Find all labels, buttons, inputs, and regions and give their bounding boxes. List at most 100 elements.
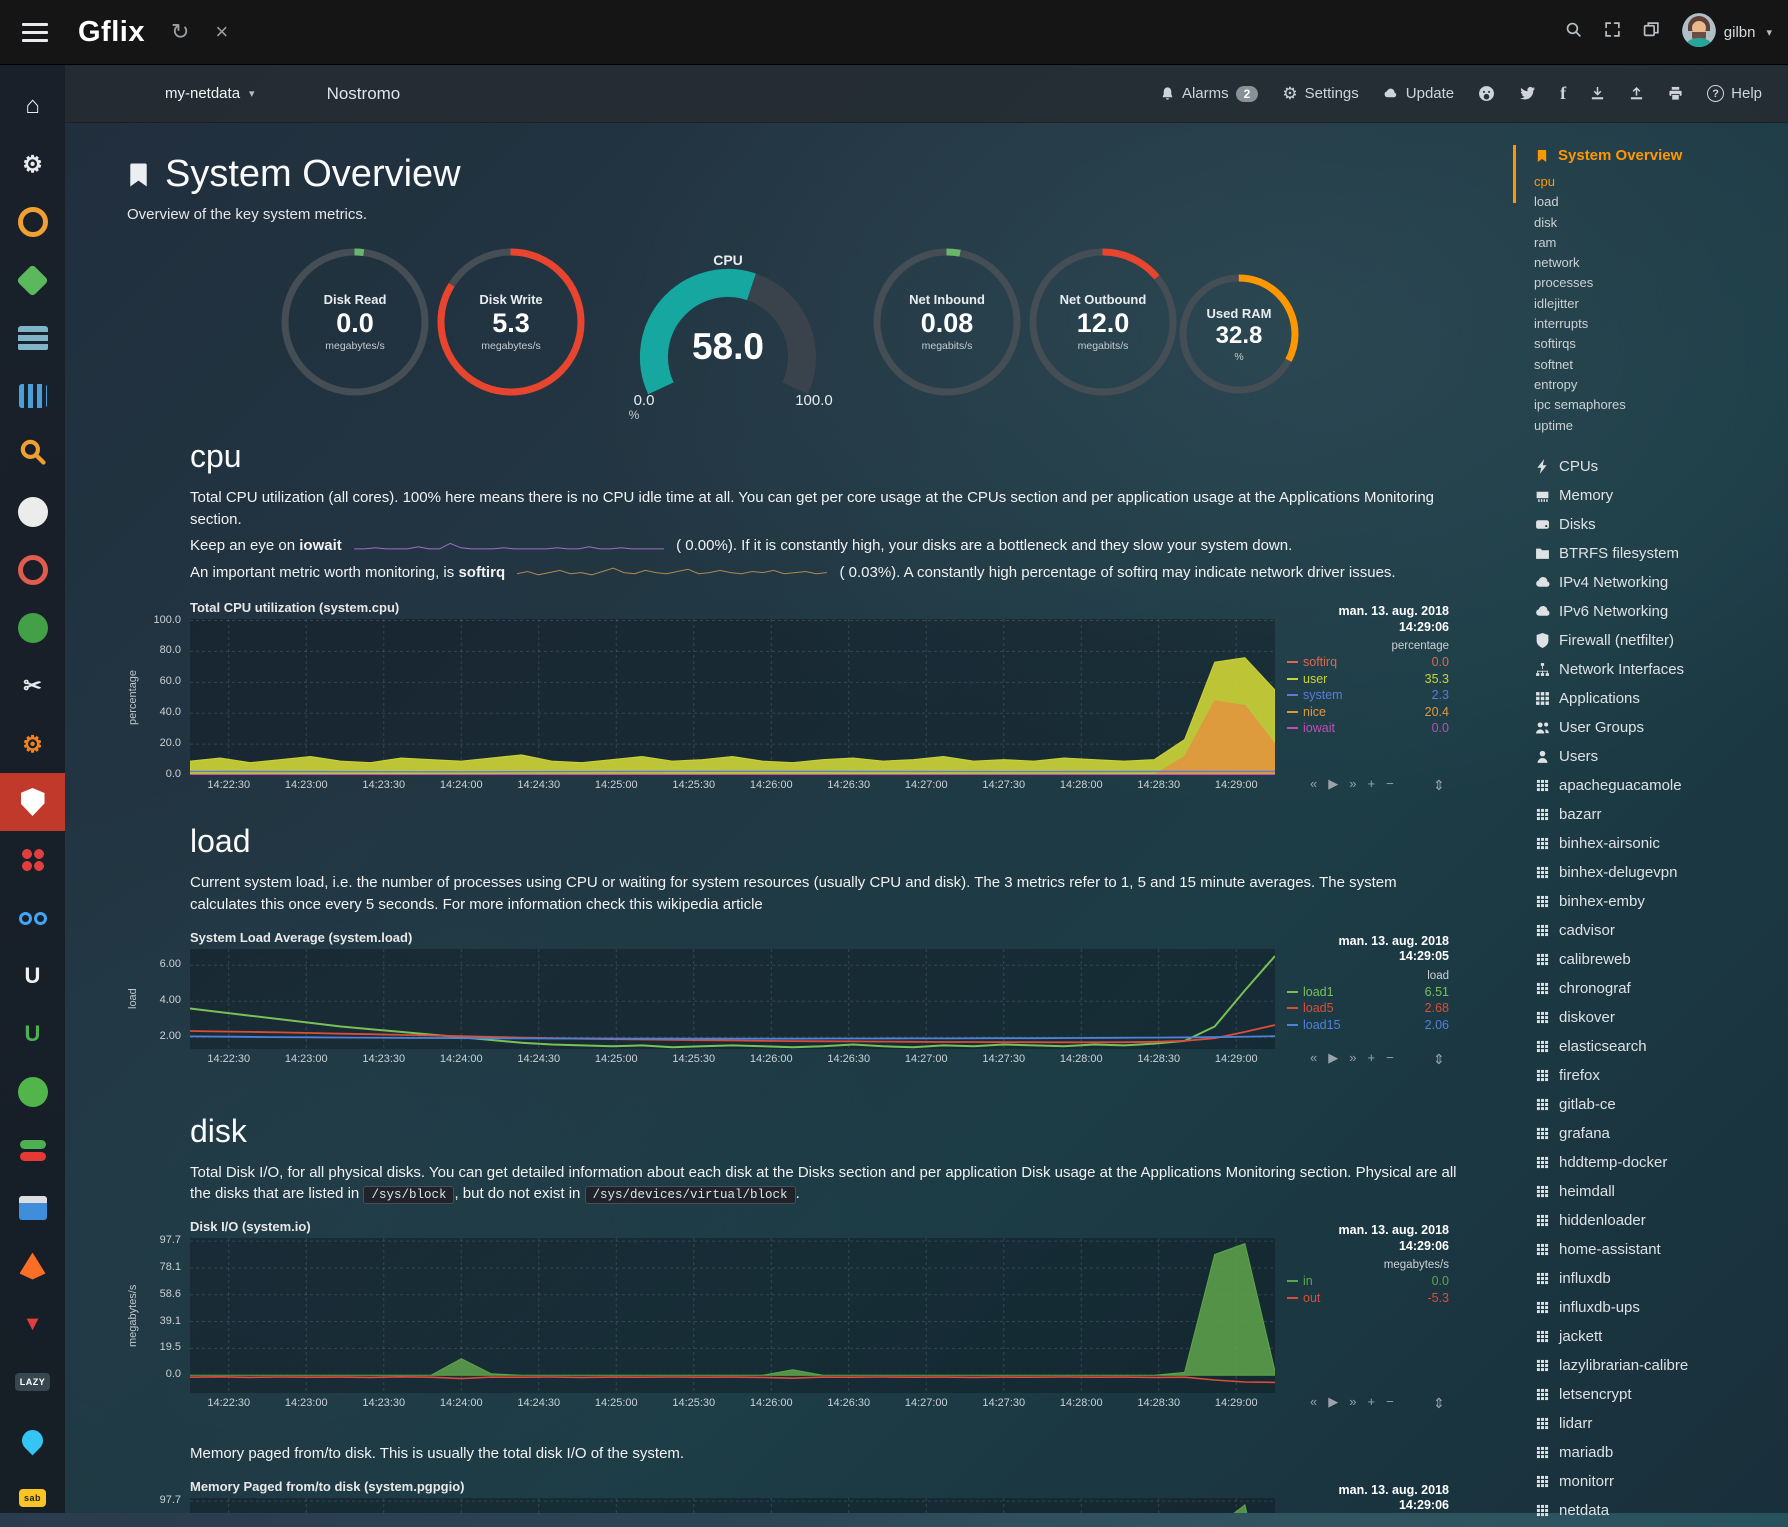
- blue-window-app-icon[interactable]: [0, 1179, 65, 1237]
- sidebar-section-memory[interactable]: Memory: [1534, 481, 1775, 510]
- orange-gear-app-icon[interactable]: ⚙: [0, 715, 65, 773]
- pan-right-icon[interactable]: »: [1349, 1051, 1356, 1064]
- zoom-in-icon[interactable]: +: [1367, 777, 1375, 790]
- legend-load1[interactable]: load16.51: [1287, 984, 1449, 1001]
- disk-read-gauge[interactable]: Disk Read0.0megabytes/s: [280, 247, 430, 397]
- drop-app-icon[interactable]: [0, 1411, 65, 1469]
- alarms-button[interactable]: Alarms 2: [1160, 85, 1258, 102]
- sidebar-sub-ipc-semaphores[interactable]: ipc semaphores: [1534, 395, 1775, 415]
- sidebar-sub-network[interactable]: network: [1534, 253, 1775, 273]
- system-load-chart[interactable]: System Load Average (system.load)load2.0…: [125, 930, 1515, 1073]
- legend-in[interactable]: in0.0: [1287, 1273, 1449, 1290]
- chart-resize-handle[interactable]: ⇕: [1433, 1051, 1445, 1068]
- sidebar-app-netdata[interactable]: netdata: [1534, 1496, 1775, 1525]
- menu-icon[interactable]: [22, 23, 48, 42]
- home-icon[interactable]: ⌂: [0, 77, 65, 135]
- white-circle-app-icon[interactable]: [0, 483, 65, 541]
- container-stack-app-icon[interactable]: [0, 309, 65, 367]
- zoom-out-icon[interactable]: −: [1386, 1051, 1394, 1064]
- green-ball-app-icon[interactable]: [0, 599, 65, 657]
- sidebar-sub-interrupts[interactable]: interrupts: [1534, 314, 1775, 334]
- green-diamond-app-icon[interactable]: [0, 251, 65, 309]
- sidebar-app-binhex-emby[interactable]: binhex-emby: [1534, 887, 1775, 916]
- update-button[interactable]: Update: [1383, 85, 1454, 102]
- fullscreen-icon[interactable]: [1604, 21, 1621, 43]
- user-menu[interactable]: gilbn ▾: [1682, 13, 1772, 51]
- red-green-bars-app-icon[interactable]: [0, 1121, 65, 1179]
- zoom-in-icon[interactable]: +: [1367, 1395, 1375, 1408]
- help-button[interactable]: ?Help: [1707, 85, 1762, 102]
- equalizer-app-icon[interactable]: [0, 367, 65, 425]
- sidebar-sub-softirqs[interactable]: softirqs: [1534, 334, 1775, 354]
- sidebar-section-ipv4-networking[interactable]: IPv4 Networking: [1534, 568, 1775, 597]
- sidebar-section-user-groups[interactable]: User Groups: [1534, 713, 1775, 742]
- chart-resize-handle[interactable]: ⇕: [1433, 1395, 1445, 1412]
- green-u-app-icon[interactable]: U: [0, 1005, 65, 1063]
- sidebar-app-home-assistant[interactable]: home-assistant: [1534, 1235, 1775, 1264]
- blue-circles-app-icon[interactable]: [0, 889, 65, 947]
- tabs-icon[interactable]: [1643, 21, 1660, 43]
- sidebar-app-hddtemp-docker[interactable]: hddtemp-docker: [1534, 1148, 1775, 1177]
- wikipedia-link[interactable]: wikipedia article: [657, 896, 763, 913]
- sab-app-icon[interactable]: sab: [0, 1469, 65, 1527]
- zoom-out-icon[interactable]: −: [1386, 777, 1394, 790]
- legend-load5[interactable]: load52.68: [1287, 1000, 1449, 1017]
- pan-right-icon[interactable]: »: [1349, 1395, 1356, 1408]
- sidebar-sub-ram[interactable]: ram: [1534, 233, 1775, 253]
- green-circle-app-icon[interactable]: [0, 1063, 65, 1121]
- sidebar-app-binhex-airsonic[interactable]: binhex-airsonic: [1534, 829, 1775, 858]
- sidebar-app-influxdb-ups[interactable]: influxdb-ups: [1534, 1293, 1775, 1322]
- legend-softirq[interactable]: softirq0.0: [1287, 654, 1449, 671]
- search-icon[interactable]: [1565, 21, 1582, 43]
- sidebar-section-network-interfaces[interactable]: Network Interfaces: [1534, 655, 1775, 684]
- pan-left-icon[interactable]: «: [1310, 777, 1317, 790]
- twitter-icon[interactable]: [1519, 86, 1536, 101]
- sidebar-sub-disk[interactable]: disk: [1534, 213, 1775, 233]
- sidebar-section-btrfs-filesystem[interactable]: BTRFS filesystem: [1534, 539, 1775, 568]
- net-inbound-gauge[interactable]: Net Inbound0.08megabits/s: [872, 247, 1022, 397]
- legend-system[interactable]: system2.3: [1287, 687, 1449, 704]
- sidebar-app-hiddenloader[interactable]: hiddenloader: [1534, 1206, 1775, 1235]
- upload-icon[interactable]: [1629, 86, 1644, 101]
- refresh-icon[interactable]: ↻: [171, 21, 189, 43]
- zoom-out-icon[interactable]: −: [1386, 1395, 1394, 1408]
- red-arrow-app-icon[interactable]: ▼: [0, 1295, 65, 1353]
- pan-left-icon[interactable]: «: [1310, 1051, 1317, 1064]
- legend-load15[interactable]: load152.06: [1287, 1017, 1449, 1034]
- net-outbound-gauge[interactable]: Net Outbound12.0megabits/s: [1028, 247, 1178, 397]
- sidebar-app-influxdb[interactable]: influxdb: [1534, 1264, 1775, 1293]
- system-cpu-chart[interactable]: Total CPU utilization (system.cpu)percen…: [125, 600, 1515, 799]
- sidebar-app-firefox[interactable]: firefox: [1534, 1061, 1775, 1090]
- play-icon[interactable]: ▶: [1328, 1395, 1338, 1408]
- sidebar-app-lidarr[interactable]: lidarr: [1534, 1409, 1775, 1438]
- red-ring-app-icon[interactable]: [0, 541, 65, 599]
- sidebar-app-jackett[interactable]: jackett: [1534, 1322, 1775, 1351]
- orange-donut-app-icon[interactable]: [0, 193, 65, 251]
- search-app-icon[interactable]: [0, 425, 65, 483]
- sidebar-app-diskover[interactable]: diskover: [1534, 1003, 1775, 1032]
- system-pgpgio-chart[interactable]: Memory Paged from/to disk (system.pgpgio…: [125, 1479, 1515, 1513]
- white-u-app-icon[interactable]: U: [0, 947, 65, 1005]
- sidebar-sub-load[interactable]: load: [1534, 192, 1775, 212]
- sidebar-section-applications[interactable]: Applications: [1534, 684, 1775, 713]
- legend-out[interactable]: out-5.3: [1287, 1290, 1449, 1307]
- zoom-in-icon[interactable]: +: [1367, 1051, 1375, 1064]
- server-dropdown[interactable]: my-netdata▾: [165, 85, 255, 102]
- sidebar-sub-idlejitter[interactable]: idlejitter: [1534, 294, 1775, 314]
- cpu-gauge[interactable]: CPU58.00.0100.0%: [608, 247, 848, 426]
- disk-write-gauge[interactable]: Disk Write5.3megabytes/s: [436, 247, 586, 397]
- pan-left-icon[interactable]: «: [1310, 1395, 1317, 1408]
- legend-user[interactable]: user35.3: [1287, 671, 1449, 688]
- legend-nice[interactable]: nice20.4: [1287, 704, 1449, 721]
- red-dots-app-icon[interactable]: [0, 831, 65, 889]
- sidebar-sub-softnet[interactable]: softnet: [1534, 355, 1775, 375]
- gear-icon[interactable]: ⚙: [0, 135, 65, 193]
- sidebar-app-lazylibrarian-calibre[interactable]: lazylibrarian-calibre: [1534, 1351, 1775, 1380]
- sidebar-app-gitlab-ce[interactable]: gitlab-ce: [1534, 1090, 1775, 1119]
- sidebar-section-disks[interactable]: Disks: [1534, 510, 1775, 539]
- pan-right-icon[interactable]: »: [1349, 777, 1356, 790]
- sidebar-section-cpus[interactable]: CPUs: [1534, 452, 1775, 481]
- sidebar-app-heimdall[interactable]: heimdall: [1534, 1177, 1775, 1206]
- github-icon[interactable]: [1478, 85, 1495, 102]
- facebook-icon[interactable]: f: [1560, 83, 1566, 104]
